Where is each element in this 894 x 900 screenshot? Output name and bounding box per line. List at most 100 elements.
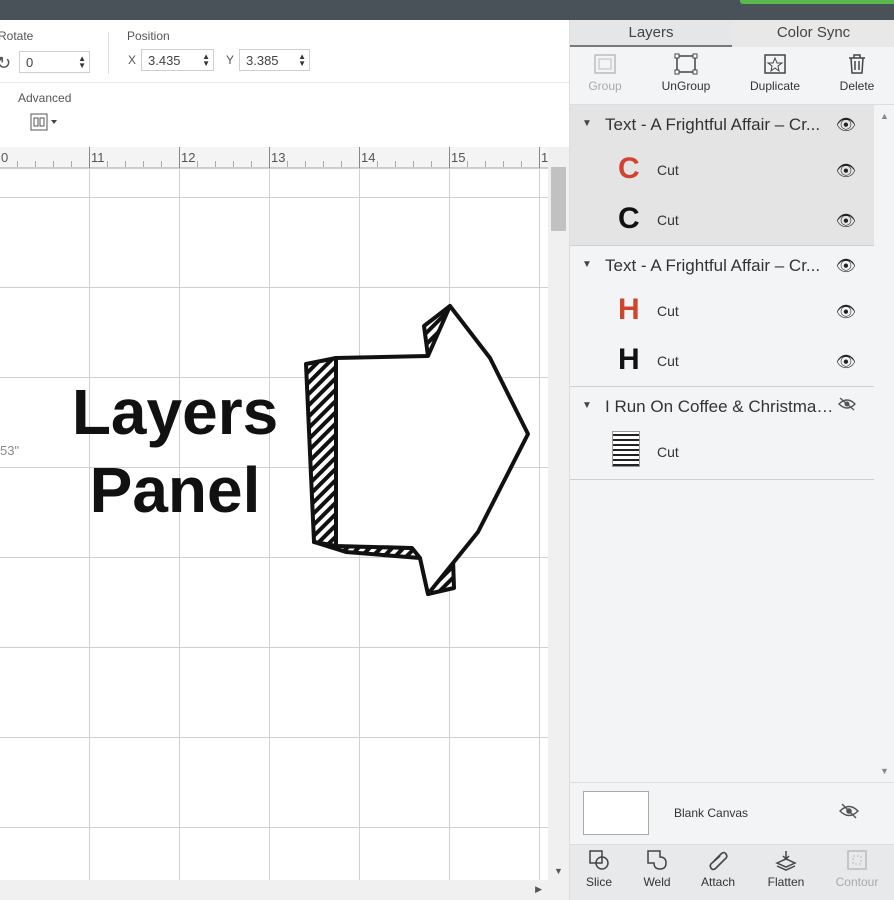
layer-group-title: Text - A Frightful Affair – Cr... [605, 115, 821, 134]
scroll-up-icon[interactable]: ▲ [880, 111, 889, 121]
ruler-major-tick [89, 147, 90, 168]
position-x-value: 3.435 [148, 53, 181, 68]
layer-group-header[interactable]: ▼ I Run On Coffee & Christmas... [570, 387, 874, 427]
horizontal-ruler: 0111213141516 [0, 147, 612, 168]
layer-group[interactable]: ▼ Text - A Frightful Affair – Cr... 👁 H … [570, 246, 874, 387]
layer-group-header[interactable]: ▼ Text - A Frightful Affair – Cr... 👁 [570, 105, 874, 145]
layer-row[interactable]: C Cut 👁 [570, 145, 874, 195]
collapse-caret-icon[interactable]: ▼ [582, 118, 592, 129]
ruler-minor-tick [35, 161, 36, 167]
x-label: X [128, 53, 137, 67]
canvas-scroll-thumb[interactable] [551, 167, 566, 231]
make-it-button-edge[interactable] [740, 0, 894, 4]
visibility-eye-icon[interactable]: 👁 [836, 211, 856, 231]
layer-thumbnail: C [618, 152, 640, 185]
contour-button[interactable]: Contour [832, 849, 882, 889]
advanced-dropdown-icon[interactable] [30, 112, 60, 135]
grid-line-horizontal [0, 168, 548, 169]
layer-group[interactable]: ▼ I Run On Coffee & Christmas... Cut [570, 387, 874, 480]
attach-button[interactable]: Attach [696, 849, 740, 889]
grid-line-horizontal [0, 827, 548, 828]
layer-group-header[interactable]: ▼ Text - A Frightful Affair – Cr... 👁 [570, 246, 874, 286]
layer-label: Cut [657, 212, 679, 228]
grid-line-horizontal [0, 287, 548, 288]
group-label: Group [588, 79, 622, 93]
rotate-icon: ↻ [0, 53, 12, 73]
ruler-number: 13 [271, 150, 286, 165]
design-canvas[interactable]: 53" Layers Panel [0, 168, 548, 880]
blank-canvas-swatch[interactable] [583, 791, 649, 835]
layer-row[interactable]: H Cut 👁 [570, 286, 874, 336]
tab-layers[interactable]: Layers [570, 20, 732, 47]
layer-row[interactable]: H Cut 👁 [570, 336, 874, 386]
ruler-minor-tick [377, 161, 378, 167]
slice-button[interactable]: Slice [580, 849, 618, 889]
attach-label: Attach [700, 875, 736, 889]
layer-label: Cut [657, 444, 679, 460]
layer-group[interactable]: ▼ Text - A Frightful Affair – Cr... 👁 C … [570, 105, 874, 246]
panel-tabs: Layers Color Sync [570, 20, 894, 47]
delete-label: Delete [839, 79, 875, 93]
blank-canvas-row[interactable]: Blank Canvas [570, 782, 894, 844]
tab-color-sync[interactable]: Color Sync [732, 20, 894, 47]
flatten-button[interactable]: Flatten [763, 849, 809, 889]
visibility-eye-icon[interactable]: 👁 [836, 115, 856, 135]
weld-icon [638, 849, 676, 875]
group-button[interactable]: Group [570, 53, 640, 93]
ruler-minor-tick [341, 161, 342, 167]
delete-button[interactable]: Delete [822, 53, 892, 93]
layers-scrollbar[interactable]: ▲ ▼ [874, 105, 894, 780]
layer-row[interactable]: C Cut 👁 [570, 195, 874, 245]
layer-thumbnail-image [612, 431, 640, 467]
scroll-right-icon[interactable]: ▶ [535, 884, 542, 895]
ruler-minor-tick [287, 161, 288, 167]
duplicate-label: Duplicate [749, 79, 801, 93]
ruler-minor-tick [521, 161, 522, 167]
flatten-label: Flatten [767, 875, 805, 889]
slice-icon [580, 849, 618, 875]
ruler-minor-tick [485, 161, 486, 167]
ruler-major-tick [359, 147, 360, 168]
duplicate-button[interactable]: Duplicate [740, 53, 810, 93]
ruler-major-tick [539, 147, 540, 168]
ungroup-icon [651, 53, 721, 79]
visibility-hidden-icon[interactable] [839, 803, 859, 824]
ruler-minor-tick [161, 161, 162, 167]
rotate-input[interactable]: 0 ▲ ▼ [19, 51, 90, 73]
scroll-down-icon[interactable]: ▼ [880, 766, 889, 776]
app-top-bar [0, 0, 894, 20]
ruler-minor-tick [323, 161, 324, 167]
rotate-stepper-icon[interactable]: ▲ ▼ [78, 55, 86, 70]
layer-row[interactable]: Cut [570, 427, 874, 479]
scroll-corner [548, 880, 569, 900]
scroll-down-icon[interactable]: ▼ [554, 866, 563, 876]
toolbar-divider [108, 32, 109, 74]
visibility-eye-icon[interactable]: 👁 [836, 161, 856, 181]
duplicate-icon [740, 53, 810, 79]
headline-line-1: Layers [71, 376, 279, 448]
layer-group-title: I Run On Coffee & Christmas... [605, 397, 835, 416]
visibility-eye-icon[interactable]: 👁 [836, 302, 856, 322]
y-stepper-icon[interactable]: ▲ ▼ [298, 53, 306, 68]
position-y-value: 3.385 [246, 53, 279, 68]
collapse-caret-icon[interactable]: ▼ [582, 400, 592, 411]
collapse-caret-icon[interactable]: ▼ [582, 259, 592, 270]
canvas-vertical-scrollbar[interactable]: ▼ [548, 147, 569, 880]
ruler-minor-tick [143, 161, 144, 167]
position-y-input[interactable]: 3.385 ▲ ▼ [239, 49, 310, 71]
ruler-number: 0 [1, 150, 9, 165]
visibility-eye-icon[interactable]: 👁 [836, 256, 856, 276]
x-stepper-icon[interactable]: ▲ ▼ [202, 53, 210, 68]
ruler-minor-tick [305, 161, 306, 167]
visibility-eye-icon[interactable]: 👁 [836, 352, 856, 372]
canvas-horizontal-scrollbar[interactable]: ▶ [0, 880, 548, 900]
weld-button[interactable]: Weld [638, 849, 676, 889]
ungroup-button[interactable]: UnGroup [651, 53, 721, 93]
grid-line-horizontal [0, 737, 548, 738]
layer-tools-bar: Slice Weld Attach Flatten Contour [570, 844, 894, 900]
position-x-input[interactable]: 3.435 ▲ ▼ [141, 49, 214, 71]
visibility-hidden-icon[interactable] [838, 397, 856, 416]
layer-thumbnail: C [618, 202, 640, 235]
layer-thumbnail: H [618, 343, 640, 376]
vertical-measure-label: 53" [0, 443, 20, 458]
